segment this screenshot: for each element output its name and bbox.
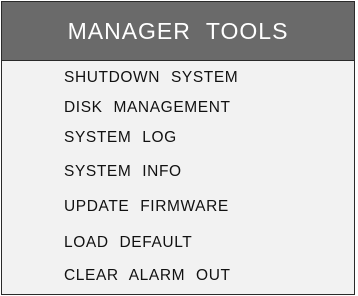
menu-item-clear-alarm-out[interactable]: CLEAR ALARM OUT bbox=[64, 267, 231, 285]
menu-item-system-info[interactable]: SYSTEM INFO bbox=[64, 163, 182, 181]
panel-title: MANAGER TOOLS bbox=[67, 17, 289, 44]
menu-list: SHUTDOWN SYSTEM DISK MANAGEMENT SYSTEM L… bbox=[2, 61, 354, 294]
manager-tools-panel: MANAGER TOOLS SHUTDOWN SYSTEM DISK MANAG… bbox=[1, 1, 355, 295]
panel-header: MANAGER TOOLS bbox=[2, 2, 354, 61]
menu-item-disk-management[interactable]: DISK MANAGEMENT bbox=[64, 99, 231, 117]
menu-item-shutdown-system[interactable]: SHUTDOWN SYSTEM bbox=[64, 69, 238, 87]
menu-item-system-log[interactable]: SYSTEM LOG bbox=[64, 129, 177, 147]
menu-item-load-default[interactable]: LOAD DEFAULT bbox=[64, 234, 192, 252]
menu-item-update-firmware[interactable]: UPDATE FIRMWARE bbox=[64, 198, 229, 216]
